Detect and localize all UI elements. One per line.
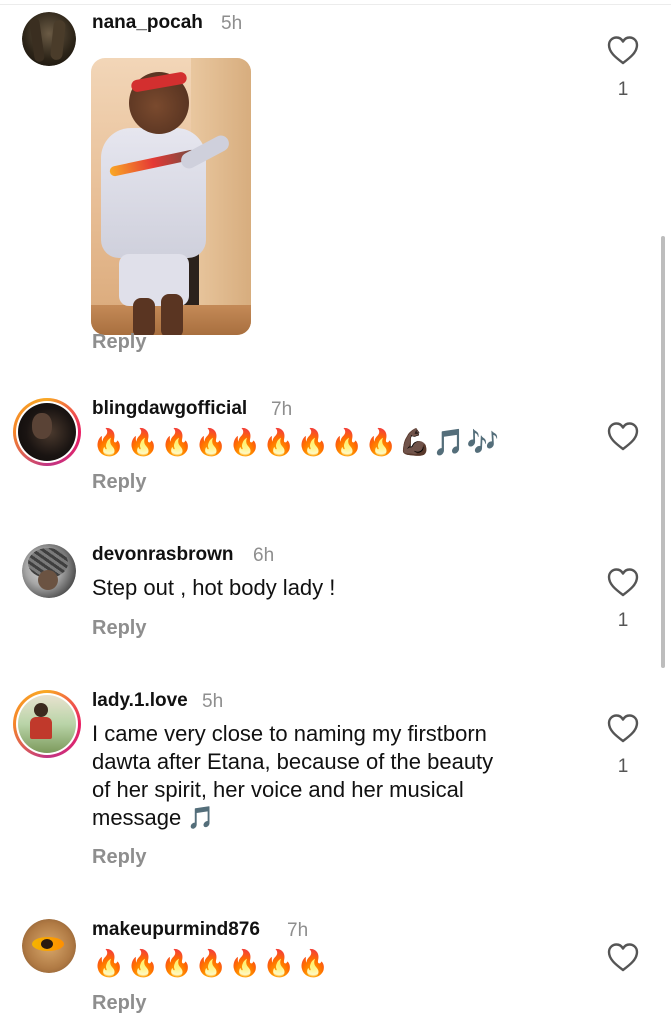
comment-text: I came very close to naming my firstborn…: [92, 720, 562, 832]
avatar-ring-gap: [16, 401, 78, 463]
comment-username[interactable]: makeupurmind876: [92, 919, 260, 941]
fire-emoji: 🔥: [126, 428, 160, 458]
comment-time: 7h: [271, 399, 293, 420]
fire-emoji: 🔥: [296, 428, 330, 458]
comment-text-line: message 🎵: [92, 805, 215, 830]
reply-button[interactable]: Reply: [92, 846, 146, 869]
avatar[interactable]: [22, 12, 76, 66]
fire-emoji: 🔥: [228, 949, 262, 979]
reply-button[interactable]: Reply: [92, 992, 146, 1015]
comment-item: lady.1.love 5h I came very close to nami…: [0, 690, 671, 880]
reply-button[interactable]: Reply: [92, 471, 146, 494]
fire-emoji: 🔥: [160, 949, 194, 979]
comment-item: nana_pocah 5h Reply 1: [0, 12, 671, 362]
avatar-image: [18, 695, 76, 753]
fire-emoji: 🔥: [330, 428, 364, 458]
fire-emoji: 🔥: [296, 949, 330, 979]
heart-outline-icon[interactable]: [606, 420, 640, 452]
fire-emoji: 🔥: [364, 428, 398, 458]
emoji: 🎵: [432, 428, 466, 458]
like-count: 1: [617, 610, 629, 631]
emoji: 💪🏿: [398, 428, 432, 458]
comment-item: devonrasbrown 6h Step out , hot body lad…: [0, 544, 671, 644]
emoji: 🎶: [466, 428, 500, 458]
avatar[interactable]: [13, 398, 81, 466]
heart-outline-icon[interactable]: [606, 566, 640, 598]
comment-time: 6h: [253, 545, 275, 566]
heart-outline-icon[interactable]: [606, 34, 640, 66]
comments-screen: nana_pocah 5h Reply 1 blingdawgofficial …: [0, 0, 671, 1024]
comment-text: 🔥 🔥 🔥 🔥 🔥 🔥 🔥: [92, 947, 330, 981]
heart-outline-icon[interactable]: [606, 941, 640, 973]
top-divider: [0, 4, 671, 5]
comment-time: 7h: [287, 920, 309, 941]
fire-emoji: 🔥: [160, 428, 194, 458]
comment-text: Step out , hot body lady !: [92, 575, 336, 600]
comment-username[interactable]: blingdawgofficial: [92, 398, 247, 420]
avatar-image: [22, 12, 76, 66]
comment-username[interactable]: devonrasbrown: [92, 544, 233, 566]
reply-button[interactable]: Reply: [92, 617, 146, 640]
fire-emoji: 🔥: [228, 428, 262, 458]
comment-time: 5h: [202, 691, 224, 712]
comment-username[interactable]: nana_pocah: [92, 12, 203, 34]
gif-shirt: [101, 128, 206, 258]
comment-gif[interactable]: [91, 58, 251, 335]
fire-emoji: 🔥: [194, 428, 228, 458]
heart-outline-icon[interactable]: [606, 712, 640, 744]
comment-username[interactable]: lady.1.love: [92, 690, 188, 712]
avatar[interactable]: [22, 919, 76, 973]
fire-emoji: 🔥: [262, 428, 296, 458]
comment-text-line: I came very close to naming my firstborn: [92, 721, 487, 746]
gif-leg: [161, 294, 183, 335]
fire-emoji: 🔥: [92, 949, 126, 979]
comment-text: 🔥 🔥 🔥 🔥 🔥 🔥 🔥 🔥 🔥 💪🏿 🎵 🎶: [92, 426, 500, 460]
scrollbar[interactable]: [661, 236, 665, 668]
fire-emoji: 🔥: [92, 428, 126, 458]
avatar-image: [22, 919, 76, 973]
comment-text-line: of her spirit, her voice and her musical: [92, 777, 464, 802]
comment-item: makeupurmind876 7h 🔥 🔥 🔥 🔥 🔥 🔥 🔥 Reply: [0, 919, 671, 1019]
comment-text-line: dawta after Etana, because of the beauty: [92, 749, 494, 774]
comment-time: 5h: [221, 13, 243, 34]
like-count: 1: [617, 79, 629, 100]
avatar-ring-gap: [16, 693, 78, 755]
reply-button[interactable]: Reply: [92, 331, 146, 354]
avatar[interactable]: [22, 544, 76, 598]
fire-emoji: 🔥: [262, 949, 296, 979]
like-count: 1: [617, 756, 629, 777]
gif-leg: [133, 298, 155, 335]
fire-emoji: 🔥: [126, 949, 160, 979]
avatar-image: [22, 544, 76, 598]
avatar[interactable]: [13, 690, 81, 758]
fire-emoji: 🔥: [194, 949, 228, 979]
comment-item: blingdawgofficial 7h 🔥 🔥 🔥 🔥 🔥 🔥 🔥 🔥 🔥 💪🏿 🎵 🎶 Reply: [0, 398, 671, 498]
avatar-image: [18, 403, 76, 461]
